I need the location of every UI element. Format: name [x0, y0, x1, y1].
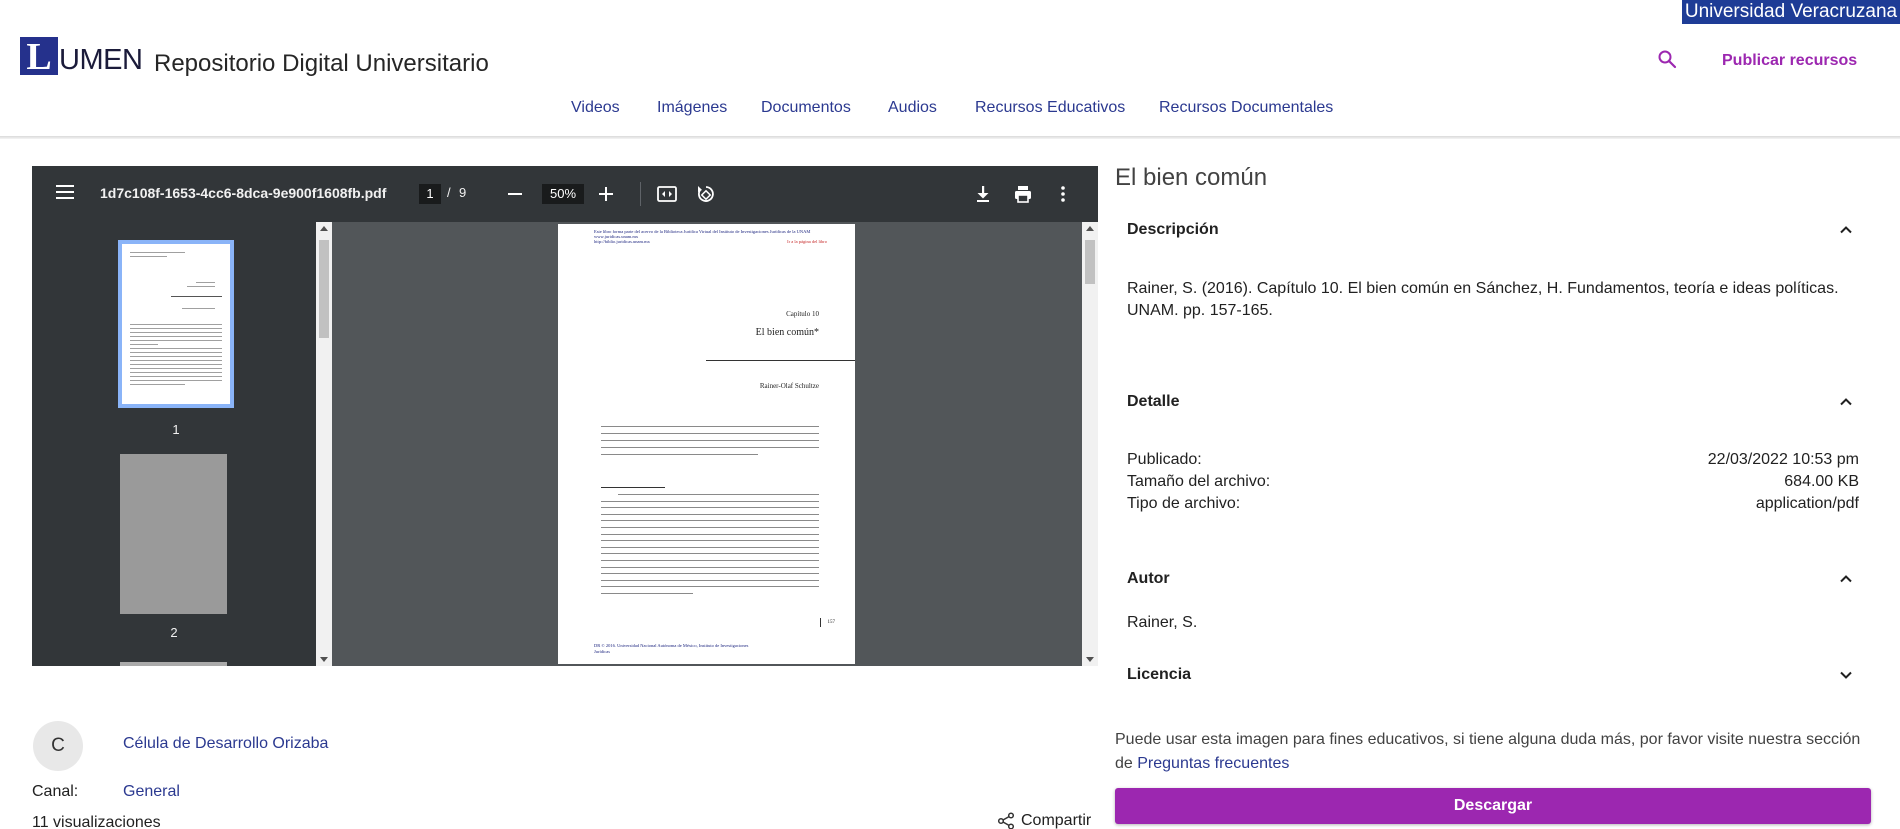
pdf-paragraph — [601, 426, 819, 461]
view-count: 11 visualizaciones — [32, 814, 161, 829]
share-icon — [997, 812, 1015, 829]
pdf-toolbar: 1d7c108f-1653-4cc6-8dca-9e900f1608fb.pdf… — [32, 166, 1098, 222]
scroll-down-arrow[interactable] — [320, 657, 328, 662]
pdf-book-link[interactable]: Ir a la página del libro — [787, 239, 827, 244]
file-type-label: Tipo de archivo: — [1127, 495, 1241, 512]
nav-audios[interactable]: Audios — [888, 99, 937, 117]
publish-resources-button[interactable]: Publicar recursos — [1722, 52, 1857, 70]
sidebar-scrollbar[interactable] — [316, 222, 332, 666]
scroll-up-arrow[interactable] — [320, 226, 328, 231]
logo-letter: L — [20, 37, 58, 77]
zoom-in-icon[interactable] — [597, 184, 615, 204]
channel-link[interactable]: General — [123, 783, 180, 801]
university-badge[interactable]: Universidad Veracruzana — [1682, 0, 1900, 24]
pdf-footer: DR © 2016. Universidad Nacional Autónoma… — [594, 643, 749, 654]
lumen-logo[interactable]: L UMEN — [20, 37, 143, 77]
description-heading[interactable]: Descripción — [1127, 221, 1219, 239]
pdf-footnote — [601, 494, 819, 600]
download-icon[interactable] — [972, 183, 994, 205]
menu-icon[interactable] — [56, 185, 74, 199]
author-name: Rainer, S. — [1127, 614, 1198, 631]
logo-text: UMEN — [59, 44, 143, 76]
pdf-viewer[interactable]: 1d7c108f-1653-4cc6-8dca-9e900f1608fb.pdf… — [32, 166, 1098, 666]
document-scrollbar[interactable] — [1082, 222, 1098, 666]
scrollbar-thumb[interactable] — [319, 240, 329, 338]
share-label: Compartir — [1021, 812, 1092, 829]
header-divider — [0, 136, 1900, 139]
license-heading[interactable]: Licencia — [1127, 666, 1191, 684]
pdf-filename: 1d7c108f-1653-4cc6-8dca-9e900f1608fb.pdf — [100, 185, 387, 201]
faq-link[interactable]: Preguntas frecuentes — [1137, 755, 1289, 772]
search-icon[interactable] — [1655, 47, 1679, 71]
thumbnail-sidebar[interactable]: 1 2 — [32, 222, 316, 666]
file-size-value: 684.00 KB — [1784, 473, 1859, 490]
page-number-input[interactable]: 1 — [419, 184, 441, 204]
rotate-icon[interactable] — [695, 183, 717, 205]
pdf-chapter: Capítulo 10 — [786, 310, 819, 318]
page-total: 9 — [459, 185, 467, 200]
chevron-up-icon[interactable] — [1838, 571, 1854, 587]
pdf-page-number: 157 — [827, 620, 836, 625]
nav-educational-resources[interactable]: Recursos Educativos — [975, 99, 1125, 117]
site-title: Repositorio Digital Universitario — [154, 50, 489, 77]
nav-images[interactable]: Imágenes — [657, 99, 727, 117]
thumbnail-label: 2 — [170, 625, 178, 640]
toolbar-divider — [640, 182, 641, 206]
fit-page-icon[interactable] — [656, 183, 678, 205]
scroll-up-arrow[interactable] — [1086, 226, 1094, 231]
download-button[interactable]: Descargar — [1115, 788, 1871, 824]
channel-owner-link[interactable]: Célula de Desarrollo Orizaba — [123, 735, 328, 753]
chevron-up-icon[interactable] — [1838, 222, 1854, 238]
page-thumbnail-1[interactable] — [118, 240, 234, 408]
nav-documentary-resources[interactable]: Recursos Documentales — [1159, 99, 1333, 117]
scrollbar-thumb[interactable] — [1085, 240, 1095, 284]
page-thumbnail-3[interactable] — [120, 662, 227, 666]
zoom-input[interactable]: 50% — [542, 184, 584, 204]
thumbnail-label: 1 — [172, 422, 180, 437]
more-options-icon[interactable] — [1052, 183, 1074, 205]
nav-documents[interactable]: Documentos — [761, 99, 851, 117]
chevron-up-icon[interactable] — [1838, 394, 1854, 410]
page-thumbnail-2[interactable] — [120, 454, 227, 614]
chevron-down-icon[interactable] — [1838, 667, 1854, 683]
zoom-out-icon[interactable] — [506, 184, 524, 204]
published-value: 22/03/2022 10:53 pm — [1707, 451, 1859, 468]
usage-note: Puede usar esta imagen para fines educat… — [1115, 728, 1875, 776]
resource-title: El bien común — [1115, 164, 1268, 191]
channel-label: Canal: — [32, 783, 79, 800]
file-type-value: application/pdf — [1755, 495, 1859, 512]
published-label: Publicado: — [1127, 451, 1202, 468]
detail-heading[interactable]: Detalle — [1127, 393, 1179, 411]
nav-videos[interactable]: Videos — [571, 99, 620, 117]
pdf-page: Este libro forma parte del acervo de la … — [558, 224, 855, 664]
main-nav: Videos Imágenes Documentos Audios Recurs… — [0, 99, 1900, 119]
description-text: Rainer, S. (2016). Capítulo 10. El bien … — [1127, 280, 1839, 319]
file-size-label: Tamaño del archivo: — [1127, 473, 1271, 490]
share-button[interactable]: Compartir — [997, 812, 1091, 829]
pdf-page-bar — [820, 618, 821, 627]
author-heading[interactable]: Autor — [1127, 570, 1170, 588]
print-icon[interactable] — [1012, 183, 1034, 205]
pdf-footnote-rule — [601, 487, 665, 488]
pdf-title: El bien común* — [755, 327, 819, 338]
page-separator: / — [447, 185, 451, 200]
channel-avatar[interactable]: C — [33, 721, 83, 771]
pdf-rule — [706, 360, 855, 361]
pdf-author: Rainer-Olaf Schultze — [759, 382, 819, 390]
scroll-down-arrow[interactable] — [1086, 657, 1094, 662]
